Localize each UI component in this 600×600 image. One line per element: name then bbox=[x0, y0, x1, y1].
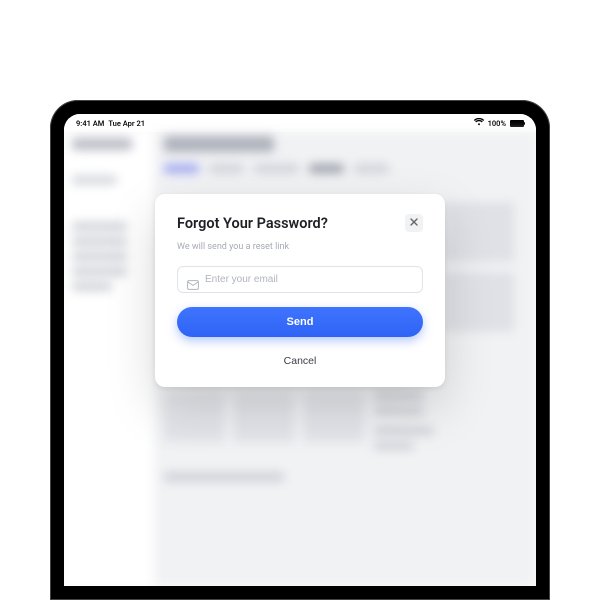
status-time: 9:41 AM bbox=[76, 119, 104, 128]
battery-pct: 100% bbox=[488, 119, 506, 128]
close-icon bbox=[410, 218, 418, 229]
screen: 9:41 AM Tue Apr 21 100% bbox=[64, 114, 536, 586]
mail-icon bbox=[187, 275, 199, 285]
wifi-icon bbox=[474, 118, 484, 128]
modal-subtitle: We will send you a reset link bbox=[177, 242, 423, 252]
cancel-button[interactable]: Cancel bbox=[177, 351, 423, 371]
email-field[interactable] bbox=[205, 274, 413, 285]
modal-title: Forgot Your Password? bbox=[177, 215, 328, 232]
status-bar: 9:41 AM Tue Apr 21 100% bbox=[64, 114, 536, 132]
close-button[interactable] bbox=[405, 214, 423, 232]
battery-icon bbox=[510, 120, 524, 127]
send-button[interactable]: Send bbox=[177, 307, 423, 337]
forgot-password-modal: Forgot Your Password? We will send you a… bbox=[155, 194, 445, 387]
tablet-frame: 9:41 AM Tue Apr 21 100% bbox=[50, 100, 550, 600]
status-date: Tue Apr 21 bbox=[108, 119, 145, 128]
email-input-wrap[interactable] bbox=[177, 266, 423, 293]
